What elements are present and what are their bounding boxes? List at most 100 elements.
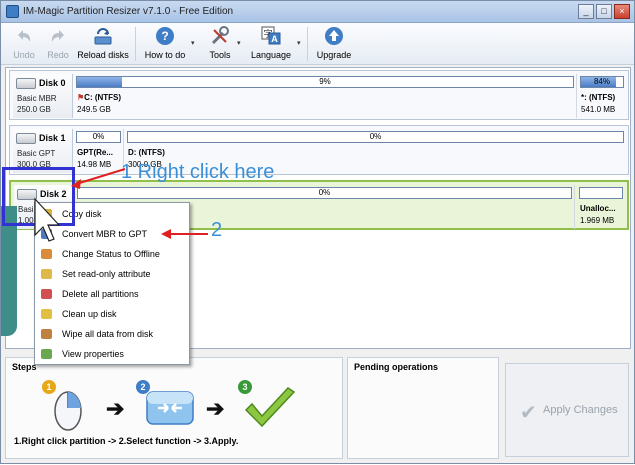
menu-item-change-status-offline[interactable]: Change Status to Offline <box>37 245 187 263</box>
partition-size: 14.98 MB <box>77 160 112 169</box>
annotation-step2-text: 2 <box>211 219 223 241</box>
how-to-do-button[interactable]: ? How to do <box>141 25 189 60</box>
undo-label: Undo <box>13 50 35 60</box>
properties-icon <box>41 349 52 359</box>
disk-header[interactable]: Disk 0 Basic MBR 250.0 GB <box>13 74 73 118</box>
disk-name: Disk 1 <box>39 133 66 143</box>
menu-item-clean-up-disk[interactable]: Clean up disk <box>37 305 187 323</box>
redo-label: Redo <box>47 50 69 60</box>
partition-size: 1.969 MB <box>580 216 615 225</box>
reload-label: Reload disks <box>77 50 129 60</box>
apply-changes-button[interactable]: ✔ Apply Changes <box>505 363 629 457</box>
undo-button[interactable]: Undo <box>9 25 39 60</box>
mouse-icon <box>54 391 82 431</box>
selection-highlight-box <box>2 167 75 226</box>
disk-function-icon <box>146 391 194 425</box>
usage-bar: 84% <box>580 76 624 88</box>
partition-size: 541.0 MB <box>581 105 616 114</box>
menu-item-view-properties[interactable]: View properties <box>37 345 187 363</box>
convert-icon <box>41 229 52 239</box>
hard-disk-icon <box>16 78 36 89</box>
usage-bar: 0% <box>76 131 121 143</box>
how-to-do-dropdown-arrow[interactable]: ▾ <box>191 39 195 47</box>
partition-label: GPT(Re... <box>77 148 114 157</box>
partition-label: *: (NTFS) <box>581 93 616 102</box>
upgrade-label: Upgrade <box>316 50 352 60</box>
lock-icon <box>41 269 52 279</box>
title-bar: IM-Magic Partition Resizer v7.1.0 - Free… <box>1 1 634 23</box>
usage-bar: 0% <box>77 187 572 199</box>
partition-block-unallocated[interactable]: Unalloc... 1.969 MB <box>577 185 625 229</box>
language-button[interactable]: 字A Language <box>247 25 295 60</box>
disk-size: 250.0 GB <box>17 105 51 114</box>
usage-percent: 0% <box>92 132 105 141</box>
steps-caption: 1.Right click partition -> 2.Select func… <box>14 436 239 446</box>
partition-block[interactable]: 84% *: (NTFS) 541.0 MB <box>578 74 626 118</box>
partition-label: ⚑C: (NTFS) <box>77 93 122 102</box>
checkmark-icon <box>244 387 296 428</box>
arrow-right-icon: ➔ <box>106 396 125 421</box>
close-button[interactable]: × <box>614 4 630 19</box>
how-to-do-label: How to do <box>144 50 186 60</box>
toolbar: Undo Redo Reload disks ? How to do ▾ Too… <box>1 23 634 65</box>
redo-icon <box>47 25 69 47</box>
usage-percent: 0% <box>369 132 382 141</box>
partition-label: Unalloc... <box>580 204 616 213</box>
pending-operations-panel: Pending operations <box>347 357 499 459</box>
usage-percent: 84% <box>593 77 610 86</box>
window-title: IM-Magic Partition Resizer v7.1.0 - Free… <box>23 6 234 17</box>
svg-text:A: A <box>271 34 278 44</box>
language-icon: 字A <box>260 25 282 47</box>
toolbar-separator <box>135 27 136 61</box>
undo-icon <box>13 25 35 47</box>
usage-percent: 9% <box>319 77 331 86</box>
menu-item-set-read-only[interactable]: Set read-only attribute <box>37 265 187 283</box>
reload-disks-button[interactable]: Reload disks <box>77 25 129 60</box>
steps-title: Steps <box>12 362 37 372</box>
menu-item-convert-mbr-to-gpt[interactable]: Convert MBR to GPT <box>37 225 187 243</box>
tools-dropdown-arrow[interactable]: ▾ <box>237 39 241 47</box>
toolbar-separator <box>307 27 308 61</box>
language-dropdown-arrow[interactable]: ▾ <box>297 39 301 47</box>
disk-row[interactable]: Disk 0 Basic MBR 250.0 GB 9% ⚑C: (NTFS) … <box>9 70 629 120</box>
apply-label: Apply Changes <box>543 404 618 416</box>
maximize-button[interactable]: □ <box>596 4 612 19</box>
disk-row[interactable]: Disk 1 Basic GPT 300.0 GB 0% GPT(Re... 1… <box>9 125 629 175</box>
annotation-step1-text: 1 Right click here <box>121 161 275 183</box>
partition-label: D: (NTFS) <box>128 148 165 157</box>
usage-bar: 9% <box>76 76 574 88</box>
checkmark-icon: ✔ <box>520 402 537 424</box>
context-menu: Copy disk Convert MBR to GPT Change Stat… <box>34 202 190 365</box>
svg-text:?: ? <box>161 29 168 43</box>
tools-icon <box>209 25 231 47</box>
partition-block[interactable]: 9% ⚑C: (NTFS) 249.5 GB <box>74 74 577 118</box>
disk-name: Disk 0 <box>39 78 66 88</box>
upgrade-icon <box>323 25 345 47</box>
delete-icon <box>41 289 52 299</box>
app-icon <box>6 5 19 18</box>
help-icon: ? <box>154 25 176 47</box>
usage-percent: 0% <box>318 188 331 197</box>
reload-icon <box>92 25 114 47</box>
redo-button[interactable]: Redo <box>43 25 73 60</box>
pending-title: Pending operations <box>354 362 439 372</box>
upgrade-button[interactable]: Upgrade <box>314 25 354 60</box>
hard-disk-icon <box>16 133 36 144</box>
usage-bar: 0% <box>127 131 624 143</box>
minimize-button[interactable]: _ <box>578 4 594 19</box>
status-icon <box>41 249 52 259</box>
partition-block[interactable]: 0% GPT(Re... 14.98 MB <box>74 129 124 173</box>
partition-size: 249.5 GB <box>77 105 111 114</box>
tools-label: Tools <box>209 50 231 60</box>
menu-item-wipe-all-data[interactable]: Wipe all data from disk <box>37 325 187 343</box>
tools-button[interactable]: Tools <box>203 25 237 60</box>
language-label: Language <box>250 50 292 60</box>
disk-type: Basic GPT <box>17 149 56 158</box>
usage-bar <box>579 187 623 199</box>
menu-item-delete-all-partitions[interactable]: Delete all partitions <box>37 285 187 303</box>
clean-icon <box>41 309 52 319</box>
arrow-right-icon: ➔ <box>206 396 225 421</box>
wipe-icon <box>41 329 52 339</box>
steps-panel: Steps 1 ➔ 2 ➔ 3 1.Right click partition … <box>5 357 343 459</box>
app-window: IM-Magic Partition Resizer v7.1.0 - Free… <box>0 0 635 464</box>
